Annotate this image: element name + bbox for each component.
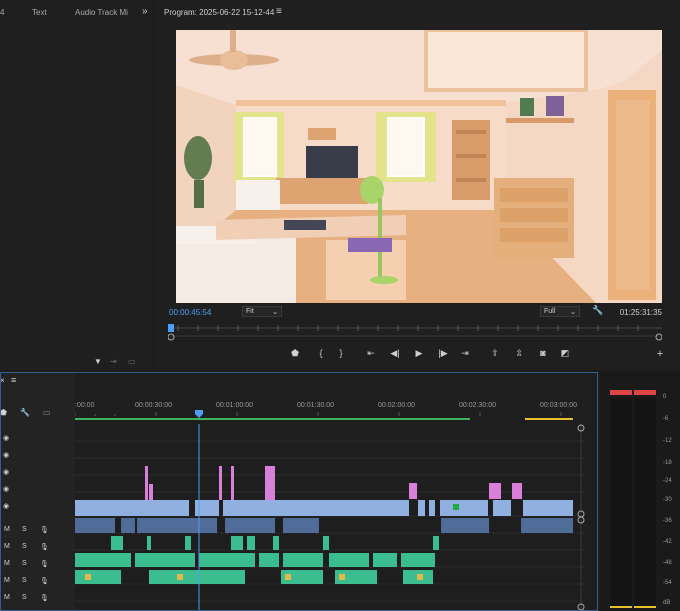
mic-icon[interactable]: 🎙 — [40, 577, 49, 585]
meter-floor-left — [610, 606, 632, 608]
solo-button[interactable]: S — [22, 543, 27, 550]
db-label: -12 — [663, 438, 672, 444]
program-video-frame[interactable] — [176, 30, 662, 303]
program-monitor: Program: 2025-06-22 15-12-44 ≡ 00:00:45:… — [156, 0, 680, 370]
step-back-button[interactable]: ◀| — [388, 348, 402, 359]
track-headers: ◉ ◉ ◉ ◉ ◉ M S 🎙 M S 🎙 M S 🎙 M S 🎙 M S 🎙 — [0, 430, 75, 611]
tab-text[interactable]: Text — [32, 8, 47, 17]
eye-icon[interactable]: ◉ — [3, 468, 9, 476]
zoom-select-value: Fit — [246, 308, 254, 315]
timeline-ruler[interactable]: :00:00 00:00:30:00 00:01:00:00 00:01:30:… — [75, 396, 585, 422]
meter-floor-right — [634, 606, 656, 608]
timeline-tracks[interactable] — [75, 424, 585, 611]
timeline-panel[interactable]: :00:00 00:00:30:00 00:01:00:00 00:01:30:… — [75, 372, 597, 611]
automate-icon[interactable]: ▭ — [128, 357, 136, 366]
track-header-v4: ◉ — [0, 464, 75, 480]
mute-button[interactable]: M — [4, 577, 10, 584]
tab-audio-track-mixer[interactable]: Audio Track Mi — [75, 8, 128, 17]
resolution-select[interactable]: Full ⌄ — [540, 306, 580, 317]
track-header-a2: M S 🎙 — [0, 539, 75, 555]
db-unit-label: dB — [663, 600, 671, 606]
wrench-icon[interactable]: 🔧 — [20, 408, 30, 417]
meter-clip-left — [610, 390, 632, 395]
audio-meter-panel: 0 -6 -12 -18 -24 -30 -36 -42 -48 -54 dB — [600, 372, 680, 611]
mute-button[interactable]: M — [4, 526, 10, 533]
track-header-v5: ◉ — [0, 447, 75, 463]
add-marker-button[interactable]: ⬟ — [288, 348, 302, 359]
video-frame-image — [176, 30, 662, 303]
solo-button[interactable]: S — [22, 560, 27, 567]
tab-4[interactable]: 4 — [0, 8, 4, 17]
eye-icon[interactable]: ◉ — [3, 434, 9, 442]
mark-in-button[interactable]: { — [314, 348, 328, 358]
track-header-v2: ◉ — [0, 498, 75, 514]
track-header-v3: ◉ — [0, 481, 75, 497]
program-menu-icon[interactable]: ≡ — [276, 6, 282, 17]
go-to-in-button[interactable]: ⇤ — [364, 348, 378, 359]
mic-icon[interactable]: 🎙 — [40, 560, 49, 568]
ruler-ticks — [75, 410, 573, 420]
solo-button[interactable]: S — [22, 594, 27, 601]
timeline-clips — [75, 424, 585, 611]
mark-out-button[interactable]: } — [334, 348, 348, 358]
eye-icon[interactable]: ◉ — [3, 485, 9, 493]
eye-icon[interactable]: ◉ — [3, 502, 9, 510]
db-label: -18 — [663, 460, 672, 466]
go-to-out-button[interactable]: ⇥ — [458, 348, 472, 359]
track-header-a1: M S 🎙 — [0, 522, 75, 538]
duration-timecode: 01:25:31:35 — [619, 308, 662, 317]
chevron-down-icon: ⌄ — [272, 309, 278, 316]
captions-icon[interactable]: ▭ — [43, 408, 51, 417]
snap-icon[interactable]: ⬟ — [0, 408, 7, 417]
settings-wrench-icon[interactable]: 🔧 — [592, 305, 603, 316]
filter-icon[interactable]: ▼ — [94, 357, 102, 366]
play-button[interactable]: ▶ — [412, 348, 426, 359]
track-header-a4: M S 🎙 — [0, 573, 75, 589]
insert-icon[interactable]: ⇥ — [110, 357, 117, 366]
extract-button[interactable]: ⇫ — [512, 348, 526, 359]
lift-button[interactable]: ⇪ — [488, 348, 502, 359]
mic-icon[interactable]: 🎙 — [40, 526, 49, 534]
db-label: -24 — [663, 478, 672, 484]
meter-track-right — [634, 398, 656, 608]
resolution-select-value: Full — [544, 308, 556, 315]
button-editor-add-icon[interactable]: + — [653, 348, 667, 360]
transport-controls: ⬟ { } ⇤ ◀| ▶ |▶ ⇥ ⇪ ⇫ ◙ ◩ + — [156, 346, 680, 364]
current-timecode[interactable]: 00:00:45:54 — [169, 308, 211, 317]
mic-icon[interactable]: 🎙 — [40, 594, 49, 602]
db-label: -42 — [663, 539, 672, 545]
meter-track-left — [610, 398, 632, 608]
db-label: -48 — [663, 560, 672, 566]
db-label: -6 — [663, 416, 669, 422]
solo-button[interactable]: S — [22, 526, 27, 533]
mute-button[interactable]: M — [4, 543, 10, 550]
track-header-a3: M S 🎙 — [0, 556, 75, 572]
db-label: -30 — [663, 497, 672, 503]
program-ruler-graphic — [167, 324, 663, 341]
db-label: 0 — [663, 394, 667, 400]
program-title[interactable]: Program: 2025-06-22 15-12-44 — [164, 8, 274, 17]
mute-button[interactable]: M — [4, 560, 10, 567]
mic-icon[interactable]: 🎙 — [40, 543, 49, 551]
db-label: -36 — [663, 518, 672, 524]
timeline-menu-icon[interactable]: ≡ — [11, 375, 16, 385]
eye-icon[interactable]: ◉ — [3, 451, 9, 459]
track-header-v6: ◉ — [0, 430, 75, 446]
panel-close-icon[interactable]: × — [0, 376, 5, 385]
step-forward-button[interactable]: |▶ — [436, 348, 450, 359]
chevron-down-icon: ⌄ — [570, 309, 576, 316]
track-header-a5: M S 🎙 — [0, 590, 75, 606]
mute-button[interactable]: M — [4, 594, 10, 601]
meter-clip-right — [634, 390, 656, 395]
left-tabbar: 4 Text Audio Track Mi » — [0, 0, 153, 24]
tab-overflow-button[interactable]: » — [142, 6, 148, 17]
program-scrub-bar[interactable] — [167, 322, 663, 342]
solo-button[interactable]: S — [22, 577, 27, 584]
export-frame-button[interactable]: ◙ — [536, 348, 550, 358]
project-panel: 4 Text Audio Track Mi » ▼ ⇥ ▭ — [0, 0, 153, 370]
zoom-select[interactable]: Fit ⌄ — [242, 306, 282, 317]
db-label: -54 — [663, 580, 672, 586]
compare-view-button[interactable]: ◩ — [558, 348, 572, 359]
